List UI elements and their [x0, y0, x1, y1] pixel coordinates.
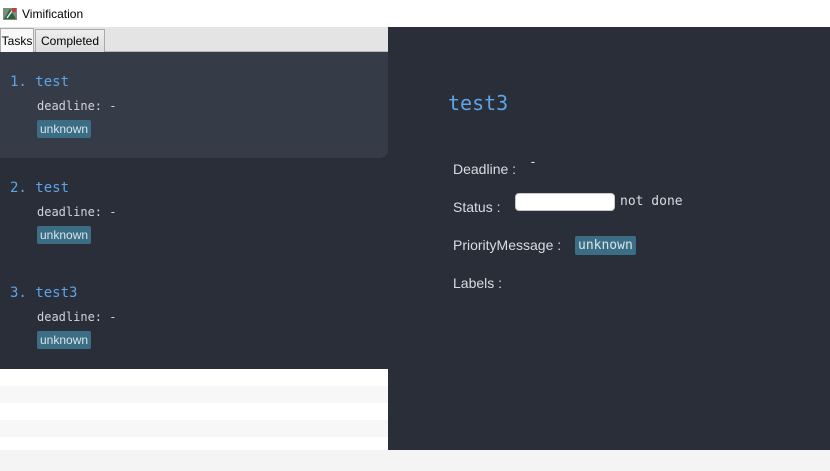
- empty-row: [0, 403, 388, 420]
- task-list-panel: Tasks Completed 1. test deadline: - unkn…: [0, 27, 388, 450]
- task-deadline: deadline: -: [37, 205, 117, 219]
- status-label: Status :: [453, 199, 501, 215]
- window-title: Vimification: [22, 6, 84, 21]
- empty-row: [0, 386, 388, 403]
- window-titlebar: Vimification: [0, 0, 830, 27]
- empty-row: [0, 437, 388, 450]
- list-empty-area: [0, 369, 388, 450]
- task-list[interactable]: 1. test deadline: - unknown 2. test dead…: [0, 52, 388, 369]
- priority-badge: unknown: [37, 120, 92, 138]
- priority-badge: unknown: [575, 236, 636, 255]
- detail-title: test3: [448, 91, 509, 115]
- task-deadline: deadline: -: [37, 310, 117, 324]
- task-item-3[interactable]: 3. test3 deadline: - unknown: [0, 263, 388, 369]
- window-bottom-strip: [0, 450, 830, 471]
- empty-row: [0, 420, 388, 437]
- task-title: 3. test3: [10, 285, 78, 301]
- tab-bar: Tasks Completed: [0, 27, 388, 53]
- task-detail-panel: test3 Deadline : - Status : not done Pri…: [388, 27, 830, 450]
- deadline-value: -: [529, 155, 537, 170]
- task-item-2[interactable]: 2. test deadline: - unknown: [0, 158, 388, 264]
- tab-tasks[interactable]: Tasks: [0, 28, 34, 53]
- status-field[interactable]: [515, 193, 615, 211]
- labels-label: Labels :: [453, 275, 503, 291]
- priority-badge: unknown: [37, 331, 92, 349]
- empty-row: [0, 369, 388, 386]
- status-value: not done: [620, 194, 683, 209]
- app-leaf-icon: [2, 6, 18, 22]
- task-title: 2. test: [10, 180, 70, 196]
- task-title: 1. test: [10, 74, 70, 90]
- tab-completed[interactable]: Completed: [35, 29, 105, 52]
- priority-badge: unknown: [37, 226, 92, 244]
- priority-label: PriorityMessage :: [453, 237, 562, 253]
- deadline-label: Deadline :: [453, 161, 517, 177]
- task-item-1[interactable]: 1. test deadline: - unknown: [0, 52, 388, 158]
- task-deadline: deadline: -: [37, 99, 117, 113]
